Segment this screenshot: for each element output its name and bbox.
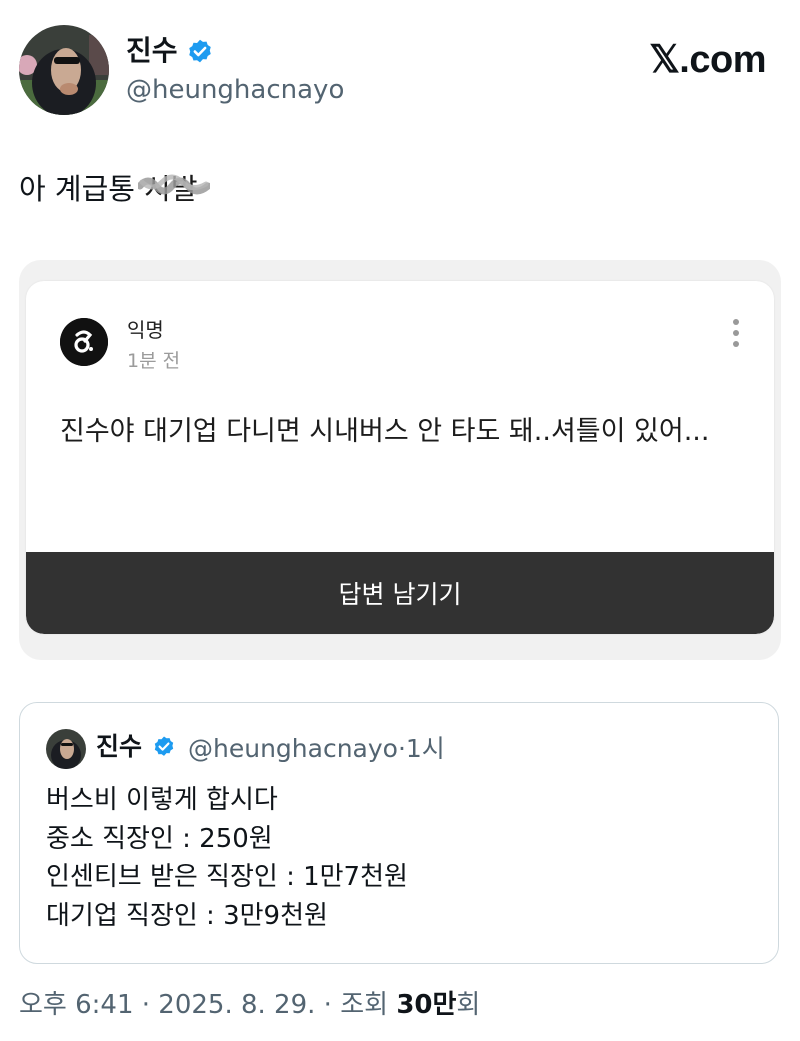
x-com-logo: 𝕏.com: [649, 39, 766, 81]
app-logo-icon: [60, 318, 108, 366]
censor-scribble: [138, 174, 211, 195]
quoted-tweet[interactable]: 진수 @heunghacnayo·1시 버스비 이렇게 합시다 중소 직장인 :…: [19, 702, 779, 964]
leave-answer-button[interactable]: 답변 남기기: [26, 552, 774, 634]
author-handle[interactable]: @heunghacnayo: [126, 74, 344, 106]
anonymous-author: 익명: [127, 318, 164, 342]
anonymous-avatar: [60, 318, 108, 366]
views-suffix: 회: [456, 990, 481, 1020]
question-text: 진수야 대기업 다니면 시내버스 안 타도 돼..셔틀이 있어...: [60, 416, 710, 447]
quoted-line: 버스비 이렇게 합시다: [46, 785, 278, 815]
quoted-line: 인센티브 받은 직장인 : 1만7천원: [46, 862, 408, 892]
more-vertical-icon[interactable]: [732, 317, 740, 349]
views-count: 30만: [396, 990, 457, 1020]
timestamp-text: 오후 6:41 · 2025. 8. 29. · 조회: [19, 990, 397, 1020]
quoted-author-name[interactable]: 진수: [96, 731, 142, 763]
question-time: 1분 전: [127, 350, 181, 372]
tweet-timestamp[interactable]: 오후 6:41 · 2025. 8. 29. · 조회 30만회: [19, 988, 480, 1022]
quoted-line: 중소 직장인 : 250원: [46, 823, 273, 854]
attached-image[interactable]: 익명 1분 전 진수야 대기업 다니면 시내버스 안 타도 돼..셔틀이 있어.…: [19, 260, 781, 660]
quoted-line: 대기업 직장인 : 3만9천원: [46, 900, 328, 931]
author-name[interactable]: 진수: [126, 34, 178, 68]
quoted-author-avatar[interactable]: [46, 729, 86, 769]
anonymous-question-card: 익명 1분 전 진수야 대기업 다니면 시내버스 안 타도 돼..셔틀이 있어.…: [26, 281, 774, 634]
quoted-handle-time[interactable]: @heunghacnayo·1시: [188, 733, 445, 765]
tweet-text: 아 계급통 시발: [19, 170, 211, 208]
censored-word: 시발: [138, 170, 211, 208]
quoted-tweet-text: 버스비 이렇게 합시다 중소 직장인 : 250원 인센티브 받은 직장인 : …: [46, 781, 408, 935]
verified-badge-icon: [189, 39, 211, 63]
tweet-text-main: 아 계급통: [19, 172, 135, 206]
author-avatar[interactable]: [19, 25, 109, 115]
verified-badge-icon: [154, 736, 174, 756]
